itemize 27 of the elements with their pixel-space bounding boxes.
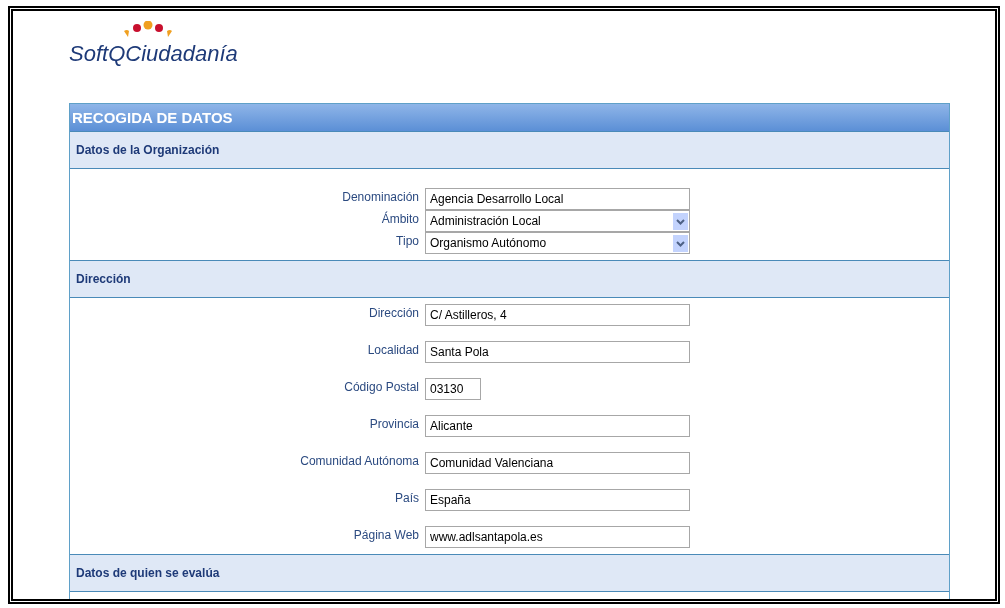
chevron-down-icon: [673, 234, 688, 252]
section-header: Datos de quien se evalúa: [70, 554, 949, 592]
field-label: País: [394, 490, 420, 507]
field-label: Código Postal: [343, 379, 420, 396]
field-label: Localidad: [366, 342, 420, 359]
text-field[interactable]: Agencia Desarrollo Local: [425, 188, 690, 210]
field-label: Denominación: [341, 189, 420, 206]
field-label: Ámbito: [380, 210, 420, 228]
section-header: Datos de la Organización: [70, 131, 949, 169]
panel-title: RECOGIDA DE DATOS: [70, 104, 949, 131]
text-field[interactable]: C/ Astilleros, 4: [425, 304, 690, 326]
field-label: Dirección: [368, 305, 420, 322]
select-field[interactable]: Organismo Autónomo: [425, 232, 690, 254]
section-header: Dirección: [70, 260, 949, 298]
logo-text: SoftQCiudadanía: [69, 41, 238, 67]
text-field[interactable]: Comunidad Valenciana: [425, 452, 690, 474]
text-field[interactable]: 03130: [425, 378, 481, 400]
field-label: Tipo: [395, 233, 420, 250]
field-label: Página Web: [352, 527, 420, 544]
field-label: Comunidad Autónoma: [299, 453, 420, 470]
text-field[interactable]: Alicante: [425, 415, 690, 437]
text-field[interactable]: www.adlsantapola.es: [425, 526, 690, 548]
chevron-down-icon: [673, 212, 688, 230]
text-field[interactable]: Santa Pola: [425, 341, 690, 363]
select-field[interactable]: Administración Local: [425, 210, 690, 232]
field-label: Provincia: [368, 416, 420, 433]
text-field[interactable]: España: [425, 489, 690, 511]
